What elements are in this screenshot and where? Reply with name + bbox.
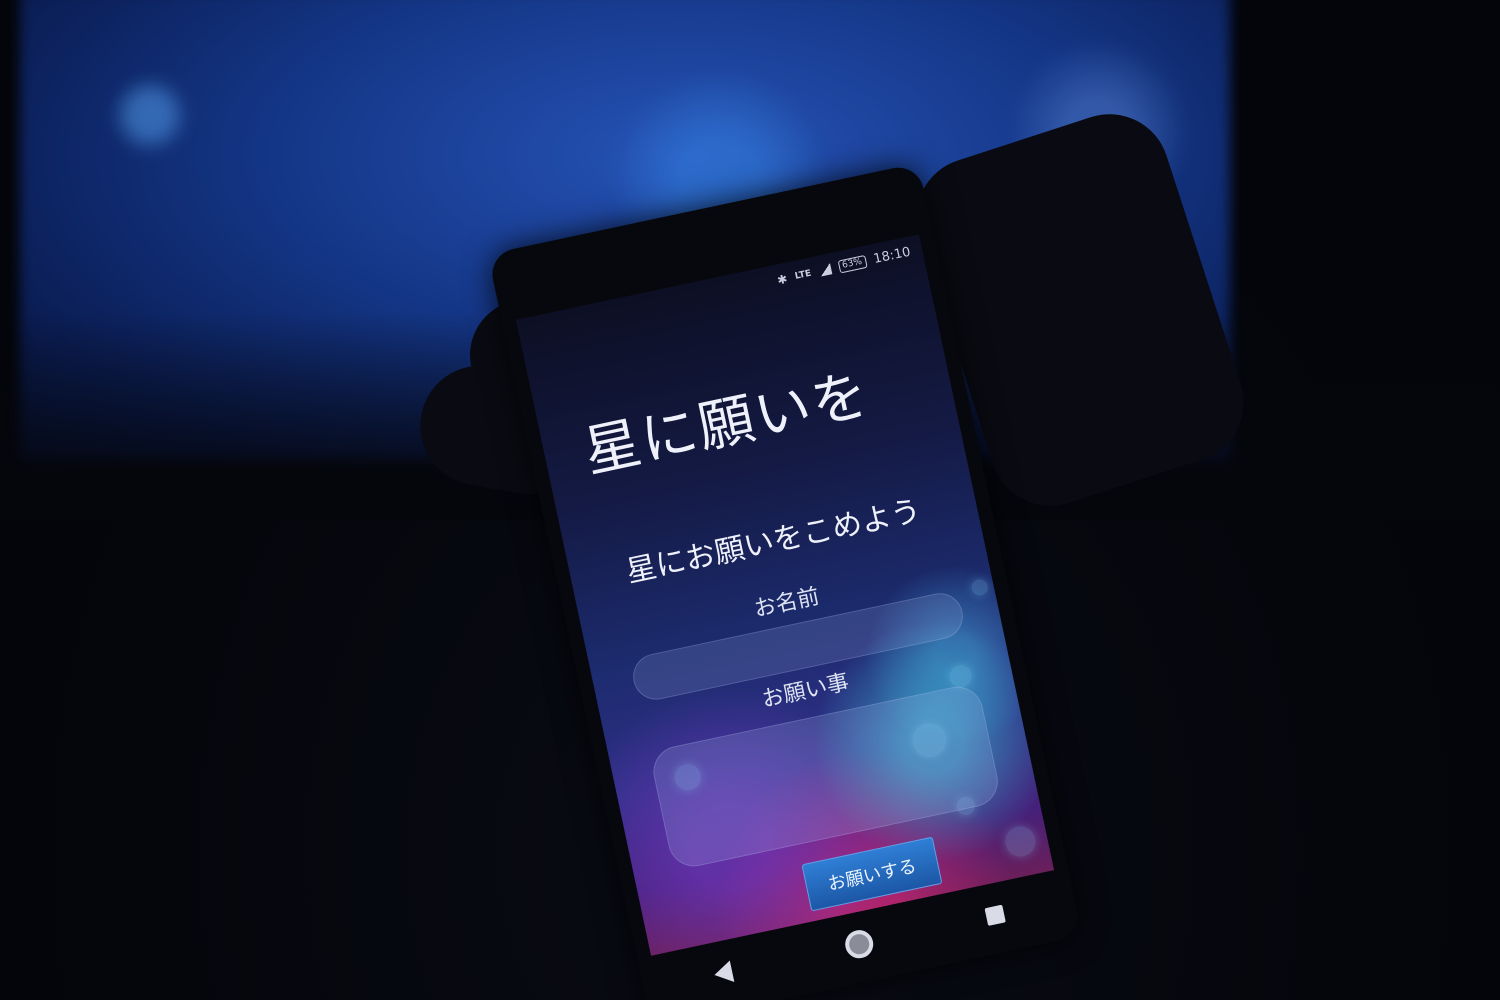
lte-indicator: LTE [793, 268, 813, 282]
bokeh-dot [970, 577, 990, 597]
bokeh-dot [1002, 823, 1039, 860]
nav-back-icon[interactable] [712, 960, 735, 986]
phone-screen: ✱ LTE 63% 18:10 星に願いを 星にお願いをこめよう お名前 お願い… [515, 234, 1055, 956]
status-bar: ✱ LTE 63% 18:10 [776, 245, 912, 288]
bluetooth-icon: ✱ [775, 271, 789, 288]
photo-scene: ✱ LTE 63% 18:10 星に願いを 星にお願いをこめよう お名前 お願い… [0, 0, 1500, 1000]
smartphone: ✱ LTE 63% 18:10 星に願いを 星にお願いをこめよう お名前 お願い… [487, 162, 1083, 1000]
clock: 18:10 [872, 244, 912, 268]
app-title: 星に願いを [578, 361, 876, 486]
battery-icon: 63% [837, 255, 868, 274]
nav-recent-icon[interactable] [984, 904, 1006, 926]
nav-home-icon[interactable] [842, 927, 876, 961]
signal-icon [817, 263, 832, 277]
